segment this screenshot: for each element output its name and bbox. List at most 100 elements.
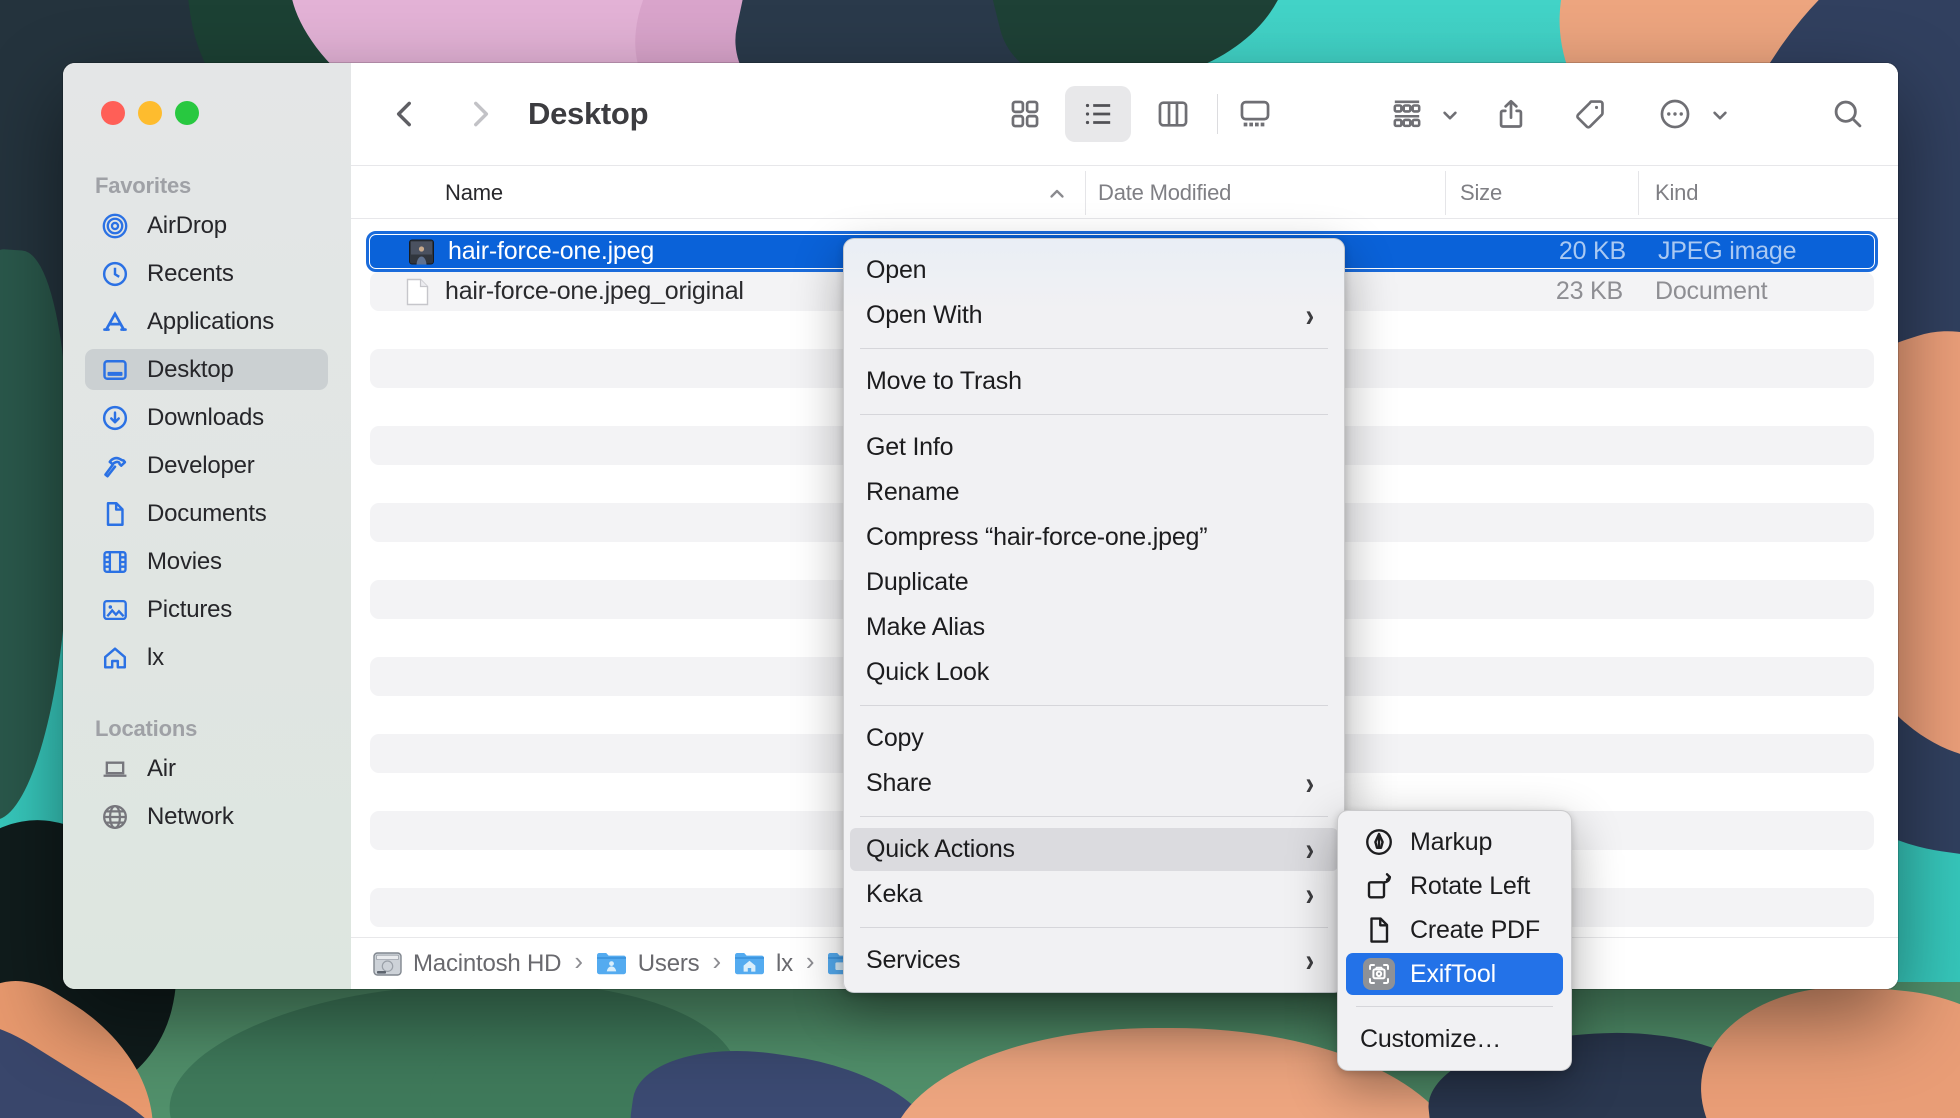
downloads-icon <box>100 403 130 433</box>
path-item-users[interactable]: Users <box>596 950 700 978</box>
home-icon <box>100 643 130 673</box>
sidebar-item-label: Desktop <box>147 356 234 384</box>
list-view-button[interactable] <box>1065 86 1131 142</box>
column-view-button[interactable] <box>1145 86 1201 142</box>
close-button[interactable] <box>101 101 125 125</box>
menu-item-label: Services <box>866 946 960 975</box>
path-item-home[interactable]: lx <box>734 950 793 978</box>
folder-home-icon <box>734 951 765 976</box>
column-divider[interactable] <box>1085 171 1086 215</box>
menu-item-label: Get Info <box>866 433 953 462</box>
photo-icon <box>100 595 130 625</box>
icon-view-button[interactable] <box>997 86 1053 142</box>
file-name: hair-force-one.jpeg <box>448 234 654 269</box>
zoom-button[interactable] <box>175 101 199 125</box>
sidebar-item-pictures[interactable]: Pictures <box>63 586 351 634</box>
submenu-item-customize[interactable]: Customize… <box>1338 1017 1571 1061</box>
menu-item-share[interactable]: Share › <box>844 761 1344 806</box>
menu-item-label: Open With <box>866 301 982 330</box>
sidebar-section-favorites: Favorites <box>63 170 351 202</box>
menu-separator <box>860 414 1328 415</box>
sidebar-item-downloads[interactable]: Downloads <box>63 394 351 442</box>
file-kind: Document <box>1655 272 1767 311</box>
submenu-chevron-icon: › <box>1306 941 1314 980</box>
sidebar-item-label: Air <box>147 755 176 783</box>
submenu-item-rotate-left[interactable]: Rotate Left <box>1338 864 1571 908</box>
sidebar-item-network[interactable]: Network <box>63 793 351 841</box>
folder-users-icon <box>596 951 627 976</box>
submenu-item-exiftool[interactable]: ExifTool <box>1338 952 1571 996</box>
menu-item-duplicate[interactable]: Duplicate <box>844 560 1344 605</box>
menu-item-get-info[interactable]: Get Info <box>844 425 1344 470</box>
exiftool-icon <box>1362 957 1396 991</box>
sidebar: Favorites AirDrop Recents <box>63 63 351 989</box>
column-header-date-modified[interactable]: Date Modified <box>1098 166 1231 220</box>
document-icon <box>100 499 130 529</box>
menu-item-label: Share <box>866 769 932 798</box>
sidebar-item-applications[interactable]: Applications <box>63 298 351 346</box>
sidebar-item-airdrop[interactable]: AirDrop <box>63 202 351 250</box>
search-button[interactable] <box>1820 86 1876 142</box>
submenu-item-create-pdf[interactable]: Create PDF <box>1338 908 1571 952</box>
quick-actions-submenu: Markup Rotate Left Create PDF ExifTool C… <box>1337 810 1572 1071</box>
column-divider[interactable] <box>1445 171 1446 215</box>
rotate-left-icon <box>1362 869 1396 903</box>
sidebar-item-developer[interactable]: Developer <box>63 442 351 490</box>
menu-item-compress[interactable]: Compress “hair-force-one.jpeg” <box>844 515 1344 560</box>
sidebar-item-label: Movies <box>147 548 222 576</box>
sidebar-item-movies[interactable]: Movies <box>63 538 351 586</box>
submenu-chevron-icon: › <box>1306 296 1314 335</box>
menu-item-label: Compress “hair-force-one.jpeg” <box>866 523 1207 552</box>
menu-item-copy[interactable]: Copy <box>844 716 1344 761</box>
laptop-icon <box>100 754 130 784</box>
chevron-down-icon <box>1437 102 1463 128</box>
menu-item-quick-actions[interactable]: Quick Actions › <box>844 827 1344 872</box>
more-options-button[interactable] <box>1647 86 1703 142</box>
app-store-icon <box>100 307 130 337</box>
menu-item-label: Move to Trash <box>866 367 1022 396</box>
menu-item-rename[interactable]: Rename <box>844 470 1344 515</box>
tags-button[interactable] <box>1562 86 1618 142</box>
menu-item-quick-look[interactable]: Quick Look <box>844 650 1344 695</box>
back-button[interactable] <box>377 86 433 142</box>
share-button[interactable] <box>1483 86 1539 142</box>
airdrop-icon <box>100 211 130 241</box>
sidebar-item-documents[interactable]: Documents <box>63 490 351 538</box>
path-item-macintosh-hd[interactable]: Macintosh HD <box>373 950 561 978</box>
forward-button[interactable] <box>452 86 508 142</box>
group-by-button[interactable] <box>1379 86 1435 142</box>
sidebar-item-home[interactable]: lx <box>63 634 351 682</box>
sidebar-item-label: Documents <box>147 500 267 528</box>
column-header-size[interactable]: Size <box>1460 166 1502 220</box>
submenu-item-label: Create PDF <box>1410 916 1540 945</box>
sidebar-item-desktop[interactable]: Desktop <box>63 346 351 394</box>
path-label: lx <box>776 950 793 978</box>
gallery-view-button[interactable] <box>1227 86 1283 142</box>
sidebar-item-label: Recents <box>147 260 234 288</box>
window-title: Desktop <box>528 63 648 165</box>
sort-ascending-icon <box>1045 182 1069 206</box>
minimize-button[interactable] <box>138 101 162 125</box>
menu-separator <box>860 816 1328 817</box>
column-header-name[interactable]: Name <box>445 166 503 220</box>
menu-item-make-alias[interactable]: Make Alias <box>844 605 1344 650</box>
sidebar-section-locations: Locations <box>63 713 351 745</box>
sidebar-item-recents[interactable]: Recents <box>63 250 351 298</box>
submenu-chevron-icon: › <box>1306 764 1314 803</box>
submenu-chevron-icon: › <box>1306 830 1314 869</box>
menu-item-keka[interactable]: Keka › <box>844 872 1344 917</box>
film-icon <box>100 547 130 577</box>
menu-item-open[interactable]: Open <box>844 248 1344 293</box>
menu-item-open-with[interactable]: Open With › <box>844 293 1344 338</box>
path-separator-icon: › <box>710 946 722 977</box>
menu-item-label: Make Alias <box>866 613 985 642</box>
column-header-kind[interactable]: Kind <box>1655 166 1698 220</box>
file-size: 20 KB <box>1466 234 1626 269</box>
column-divider[interactable] <box>1638 171 1639 215</box>
menu-item-label: Quick Actions <box>866 835 1015 864</box>
menu-item-label: Copy <box>866 724 924 753</box>
menu-item-move-to-trash[interactable]: Move to Trash <box>844 359 1344 404</box>
sidebar-item-air[interactable]: Air <box>63 745 351 793</box>
submenu-item-markup[interactable]: Markup <box>1338 820 1571 864</box>
menu-item-services[interactable]: Services › <box>844 938 1344 983</box>
